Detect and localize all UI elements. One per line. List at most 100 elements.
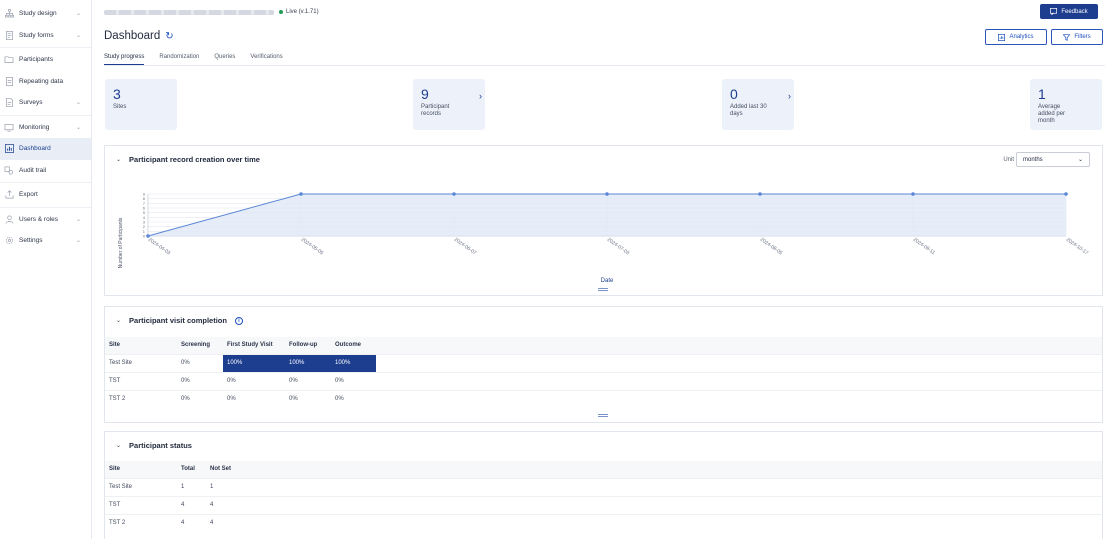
panel-title: Participant visit completion bbox=[129, 316, 227, 325]
sidebar-item-label: Surveys bbox=[19, 99, 43, 107]
table-cell: 1 bbox=[177, 477, 206, 496]
filters-label: Filters bbox=[1074, 34, 1091, 40]
users-icon bbox=[4, 214, 14, 224]
x-tick-label: 2024-10-17 bbox=[1065, 237, 1090, 257]
feedback-button[interactable]: Feedback bbox=[1040, 4, 1098, 19]
x-tick-label: 2024-09-11 bbox=[912, 237, 936, 256]
survey-icon bbox=[4, 98, 14, 108]
sidebar-item-surveys[interactable]: Surveys ⌄ bbox=[0, 92, 91, 114]
chevron-down-icon: ⌄ bbox=[75, 11, 81, 18]
table-cell: 100% bbox=[285, 353, 331, 372]
filter-icon bbox=[1063, 33, 1071, 41]
table-cell: 0% bbox=[223, 389, 285, 408]
data-point bbox=[758, 192, 762, 196]
resize-handle[interactable] bbox=[598, 288, 608, 291]
sidebar-item-users-roles[interactable]: Users & roles ⌄ bbox=[0, 209, 91, 231]
resize-handle[interactable] bbox=[598, 414, 608, 417]
table-cell: 1 bbox=[206, 477, 246, 496]
sidebar-divider bbox=[0, 206, 91, 208]
stat-label: Added last 30 days bbox=[730, 104, 767, 117]
table-cell: 0% bbox=[177, 353, 223, 372]
data-point bbox=[452, 192, 456, 196]
panel-header[interactable]: ⌄ Participant visit completion i bbox=[116, 316, 243, 325]
sidebar-item-study-forms[interactable]: Study forms ⌄ bbox=[0, 25, 91, 47]
y-tick-label: 4 bbox=[143, 215, 146, 220]
sidebar-item-study-design[interactable]: Study design ⌄ bbox=[0, 3, 91, 25]
table-row: TST 2 0% 0% 0% 0% bbox=[105, 389, 1102, 408]
chevron-down-icon: ⌄ bbox=[116, 443, 122, 449]
feedback-icon bbox=[1050, 8, 1058, 15]
sidebar-divider bbox=[0, 114, 91, 116]
y-tick-label: 9 bbox=[143, 192, 146, 197]
stat-value: 0 bbox=[730, 86, 738, 102]
analytics-label: Analytics bbox=[1009, 34, 1034, 40]
table-cell-spacer bbox=[376, 353, 1102, 372]
sidebar-item-settings[interactable]: Settings ⌄ bbox=[0, 230, 91, 252]
tab-verifications[interactable]: Verifications bbox=[250, 54, 282, 65]
tab-study-progress[interactable]: Study progress bbox=[104, 54, 145, 65]
chevron-down-icon: ⌄ bbox=[116, 318, 122, 324]
table-cell: Test Site bbox=[105, 477, 177, 496]
info-icon[interactable]: i bbox=[234, 316, 243, 325]
main-content: Live (v.1.71) Feedback Dashboard ↻ Analy… bbox=[92, 0, 1113, 539]
table-cell: 100% bbox=[223, 353, 285, 372]
sidebar-item-label: Repeating data bbox=[19, 77, 64, 85]
chevron-right-icon: › bbox=[788, 91, 791, 101]
chevron-down-icon: ⌄ bbox=[1077, 157, 1083, 163]
stat-card-added-last-30-days[interactable]: 0 Added last 30 days › bbox=[722, 79, 794, 130]
table-cell: TST bbox=[105, 495, 177, 514]
table-cell-spacer bbox=[376, 389, 1102, 408]
study-name-redacted bbox=[104, 9, 274, 15]
sidebar: Study design ⌄ Study forms ⌄ Participant… bbox=[0, 0, 92, 539]
creation-chart-panel: ⌄ Participant record creation over time … bbox=[104, 145, 1103, 296]
data-point bbox=[911, 192, 915, 196]
visit-completion-table: Site Screening First Study Visit Follow-… bbox=[105, 337, 1102, 408]
chevron-right-icon: › bbox=[479, 91, 482, 101]
table-cell: 0% bbox=[285, 371, 331, 390]
panel-header[interactable]: ⌄ Participant record creation over time bbox=[116, 155, 260, 164]
table-cell: 0% bbox=[285, 389, 331, 408]
chevron-down-icon: ⌄ bbox=[75, 32, 81, 39]
sidebar-divider bbox=[0, 182, 91, 183]
analytics-button[interactable]: Analytics bbox=[985, 29, 1047, 45]
sidebar-item-label: Audit trail bbox=[19, 166, 47, 174]
filters-button[interactable]: Filters bbox=[1051, 29, 1103, 45]
panel-title: Participant record creation over time bbox=[129, 155, 260, 164]
table-row: TST 0% 0% 0% 0% bbox=[105, 371, 1102, 390]
table-cell: 4 bbox=[206, 513, 246, 532]
column-header: Site bbox=[105, 337, 177, 354]
study-status: Live (v.1.71) bbox=[286, 9, 319, 15]
table-cell: TST 2 bbox=[105, 513, 177, 532]
panel-header[interactable]: ⌄ Participant status bbox=[116, 441, 192, 450]
y-tick-label: 3 bbox=[143, 220, 146, 225]
table-cell: 4 bbox=[177, 495, 206, 514]
tab-queries[interactable]: Queries bbox=[214, 54, 235, 65]
column-header: Not Set bbox=[206, 461, 246, 478]
sidebar-item-export[interactable]: Export bbox=[0, 184, 91, 206]
sidebar-item-participants[interactable]: Participants bbox=[0, 49, 91, 71]
y-tick-label: 6 bbox=[143, 206, 146, 211]
table-cell: 4 bbox=[206, 495, 246, 514]
tab-randomization[interactable]: Randomization bbox=[159, 54, 199, 65]
table-header-row: Site Screening First Study Visit Follow-… bbox=[105, 337, 1102, 354]
top-bar: Live (v.1.71) Feedback bbox=[104, 4, 1105, 20]
table-row: TST 2 4 4 bbox=[105, 513, 1102, 532]
sidebar-item-monitoring[interactable]: Monitoring ⌄ bbox=[0, 117, 91, 139]
sitemap-icon bbox=[4, 9, 14, 19]
table-cell: 100% bbox=[331, 353, 376, 372]
table-cell: 0% bbox=[331, 371, 376, 390]
y-tick-label: 0 bbox=[143, 234, 146, 239]
unit-select[interactable]: months ⌄ bbox=[1016, 152, 1090, 167]
table-cell: 4 bbox=[177, 513, 206, 532]
folder-icon bbox=[4, 55, 14, 65]
sidebar-item-audit-trail[interactable]: Audit trail bbox=[0, 160, 91, 182]
sidebar-item-label: Export bbox=[19, 191, 38, 199]
sidebar-item-repeating-data[interactable]: Repeating data bbox=[0, 71, 91, 93]
stat-card-participant-records[interactable]: 9 Participant records › bbox=[413, 79, 485, 130]
x-axis-label: Date bbox=[601, 278, 614, 284]
y-tick-label: 1 bbox=[143, 229, 146, 234]
table-header-row: Site Total Not Set bbox=[105, 461, 1102, 478]
refresh-icon[interactable]: ↻ bbox=[165, 31, 173, 42]
column-header-spacer bbox=[246, 461, 1102, 478]
sidebar-item-dashboard[interactable]: Dashboard bbox=[0, 138, 91, 160]
